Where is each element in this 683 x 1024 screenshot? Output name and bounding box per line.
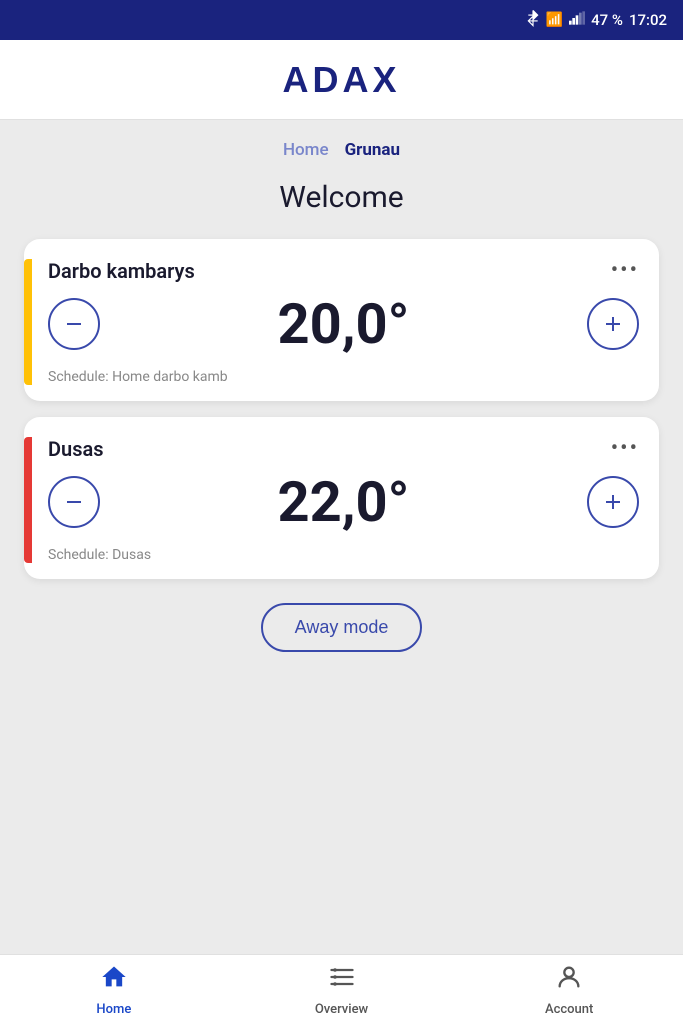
card-controls-dusas: 22,0° (48, 469, 639, 535)
breadcrumb: Home Grunau (24, 140, 659, 160)
nav-account[interactable]: Account (455, 963, 683, 1017)
nav-account-label: Account (545, 1002, 593, 1017)
bottom-nav: Home Overview Account (0, 954, 683, 1024)
temperature-darbo: 20,0° (278, 291, 410, 357)
card-controls-darbo: 20,0° (48, 291, 639, 357)
bluetooth-icon (526, 9, 540, 31)
away-mode-container: Away mode (24, 603, 659, 652)
card-accent-darbo (24, 259, 32, 385)
device-card-dusas: Dusas ••• 22,0° Schedule: Dusas (24, 417, 659, 579)
device-card-darbo: Darbo kambarys ••• 20,0° Schedule: Hom (24, 239, 659, 401)
breadcrumb-grunau[interactable]: Grunau (345, 140, 400, 160)
card-accent-dusas (24, 437, 32, 563)
nav-home-label: Home (96, 1002, 131, 1017)
account-icon (555, 963, 583, 998)
device-menu-dusas[interactable]: ••• (611, 438, 639, 460)
device-menu-darbo[interactable]: ••• (611, 260, 639, 282)
increase-temp-dusas[interactable] (587, 476, 639, 528)
away-mode-button[interactable]: Away mode (261, 603, 423, 652)
battery-percentage: 47 % (591, 11, 623, 29)
wifi-icon: 📶 (546, 12, 563, 28)
welcome-title: Welcome (24, 180, 659, 215)
card-body-darbo: Darbo kambarys ••• 20,0° Schedule: Hom (48, 259, 639, 385)
increase-temp-darbo[interactable] (587, 298, 639, 350)
clock: 17:02 (629, 11, 667, 29)
temperature-dusas: 22,0° (278, 469, 410, 535)
decrease-temp-darbo[interactable] (48, 298, 100, 350)
app-header: ADAX (0, 40, 683, 120)
home-icon (100, 963, 128, 998)
device-name-darbo: Darbo kambarys (48, 259, 195, 283)
overview-icon (328, 963, 356, 998)
nav-overview[interactable]: Overview (228, 963, 456, 1017)
nav-overview-label: Overview (315, 1002, 368, 1017)
card-header-darbo: Darbo kambarys ••• (48, 259, 639, 283)
card-body-dusas: Dusas ••• 22,0° Schedule: Dusas (48, 437, 639, 563)
nav-home[interactable]: Home (0, 963, 228, 1017)
status-icons: 📶 47 % 17:02 (526, 9, 667, 31)
main-content: Home Grunau Welcome Darbo kambarys ••• 2… (0, 120, 683, 954)
breadcrumb-home[interactable]: Home (283, 140, 329, 160)
schedule-dusas: Schedule: Dusas (48, 547, 639, 563)
schedule-darbo: Schedule: Home darbo kamb (48, 369, 639, 385)
app-logo: ADAX (282, 59, 400, 101)
status-bar: 📶 47 % 17:02 (0, 0, 683, 40)
decrease-temp-dusas[interactable] (48, 476, 100, 528)
card-header-dusas: Dusas ••• (48, 437, 639, 461)
signal-icon (569, 11, 585, 29)
device-name-dusas: Dusas (48, 437, 104, 461)
